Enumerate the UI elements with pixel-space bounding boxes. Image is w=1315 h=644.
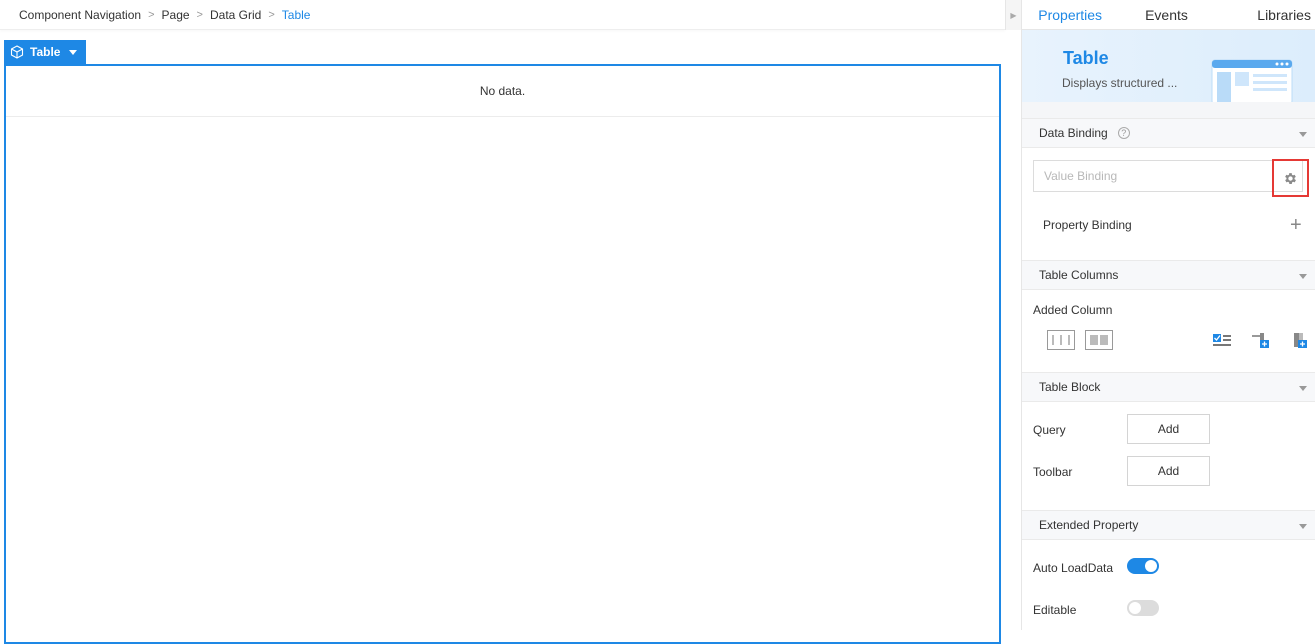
data-binding-body: Value Binding Property Binding + [1022, 148, 1315, 260]
component-hero: Table Displays structured ... [1022, 30, 1315, 102]
chevron-right-icon: > [196, 8, 203, 21]
column-layout-icon[interactable] [1085, 330, 1113, 350]
section-title: Extended Property [1039, 518, 1139, 532]
add-column-icon[interactable] [1250, 332, 1270, 348]
toolbar-label: Toolbar [1033, 465, 1073, 479]
gear-button[interactable] [1272, 159, 1309, 197]
table-illustration-icon [1211, 59, 1293, 102]
component-description: Displays structured ... [1062, 76, 1178, 90]
added-column-label: Added Column [1033, 303, 1113, 317]
panel-tabs: Properties Events Libraries [1022, 0, 1315, 30]
properties-panel: Properties Events Libraries Table Displa… [1021, 0, 1315, 630]
caret-down-icon[interactable] [1299, 524, 1307, 529]
editable-label: Editable [1033, 603, 1077, 617]
component-title: Table [1063, 48, 1109, 68]
chevron-right-icon: > [148, 8, 155, 21]
section-title: Data Binding [1039, 126, 1108, 140]
breadcrumb-item-component-navigation[interactable]: Component Navigation [19, 8, 141, 22]
section-extended-property[interactable]: Extended Property [1022, 510, 1315, 540]
add-query-button[interactable]: Add [1127, 414, 1210, 444]
breadcrumb: Component Navigation > Page > Data Grid … [0, 0, 1005, 30]
add-row-icon[interactable] [1288, 332, 1308, 348]
section-title: Table Block [1039, 380, 1101, 394]
extended-property-body: Auto LoadData Editable [1022, 540, 1315, 640]
column-layout-icon[interactable] [1047, 330, 1075, 350]
section-data-binding[interactable]: Data Binding ? [1022, 118, 1315, 148]
caret-down-icon[interactable] [1299, 132, 1307, 137]
tab-libraries[interactable]: Libraries [1215, 0, 1315, 29]
table-columns-body: Added Column [1022, 290, 1315, 372]
auto-load-toggle[interactable] [1127, 558, 1159, 574]
auto-load-label: Auto LoadData [1033, 561, 1114, 575]
editable-toggle[interactable] [1127, 600, 1159, 616]
checkbox-column-icon[interactable] [1212, 332, 1232, 348]
table-block-body: Query Add Toolbar Add [1022, 402, 1315, 510]
value-binding-input[interactable]: Value Binding [1033, 160, 1303, 192]
plus-icon[interactable]: + [1290, 214, 1302, 237]
chevron-right-icon: > [268, 8, 275, 21]
tab-properties[interactable]: Properties [1022, 0, 1118, 29]
caret-down-icon[interactable] [1299, 274, 1307, 279]
help-icon[interactable]: ? [1117, 127, 1130, 139]
tab-events[interactable]: Events [1118, 0, 1214, 29]
section-title: Table Columns [1039, 268, 1119, 282]
gear-icon [1285, 172, 1296, 184]
query-label: Query [1033, 423, 1066, 437]
breadcrumb-item-page[interactable]: Page [162, 8, 190, 22]
design-canvas: Component Navigation > Page > Data Grid … [0, 0, 1005, 644]
section-table-columns[interactable]: Table Columns [1022, 260, 1315, 290]
caret-down-icon[interactable] [1299, 386, 1307, 391]
cube-icon [10, 45, 24, 59]
component-tag-table[interactable]: Table [4, 40, 86, 64]
caret-down-icon[interactable] [69, 49, 78, 55]
section-table-block[interactable]: Table Block [1022, 372, 1315, 402]
table-component[interactable]: No data. [4, 64, 1001, 644]
panel-collapse-toggle[interactable]: ▶ [1005, 0, 1021, 30]
add-toolbar-button[interactable]: Add [1127, 456, 1210, 486]
breadcrumb-item-data-grid[interactable]: Data Grid [210, 8, 261, 22]
component-tag-label: Table [30, 45, 61, 59]
property-binding-label: Property Binding [1043, 218, 1132, 232]
section-gap [1022, 102, 1315, 118]
empty-state-text: No data. [6, 66, 999, 117]
breadcrumb-item-table[interactable]: Table [282, 8, 311, 22]
toggle-knob [1145, 560, 1157, 572]
toggle-knob [1129, 602, 1141, 614]
